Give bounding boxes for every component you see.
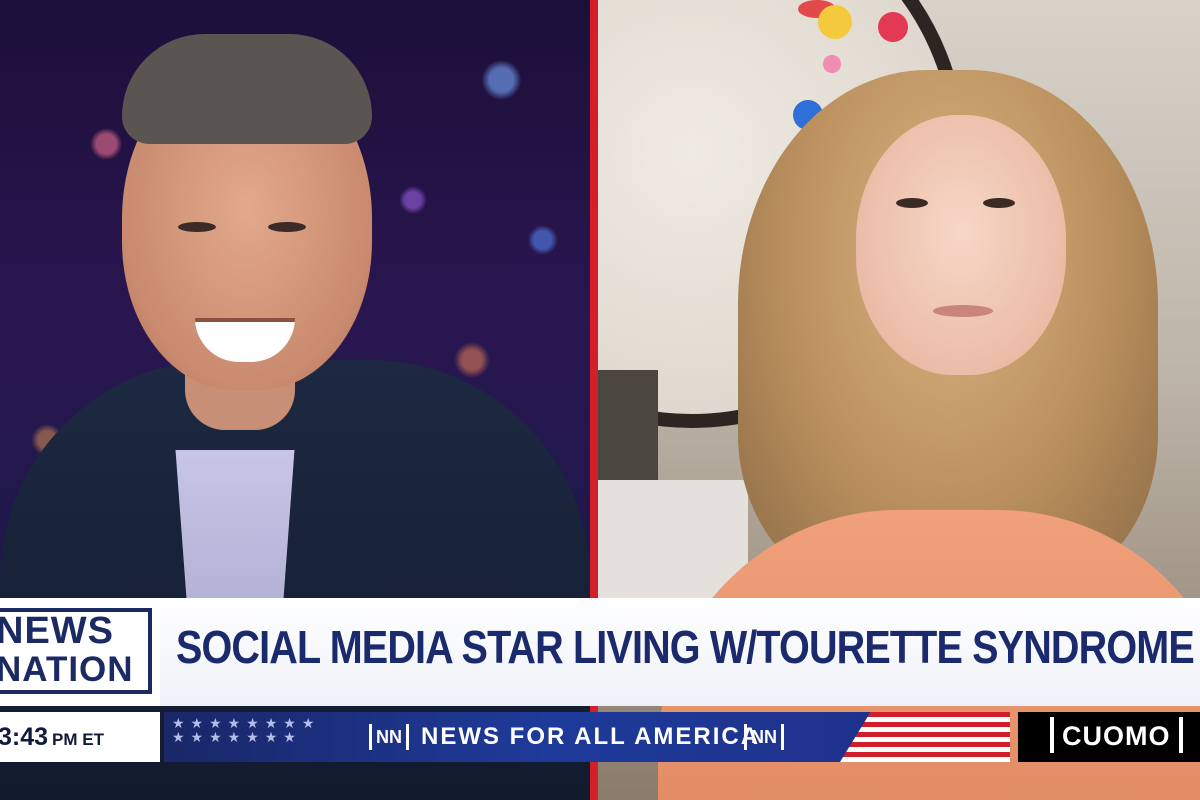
host-hair (122, 34, 372, 144)
guest-mouth (933, 305, 993, 317)
show-badge: CUOMO (1018, 712, 1200, 762)
lower-third: NEWS NATION SOCIAL MEDIA STAR LIVING W/T… (0, 598, 1200, 800)
wall-dot (818, 5, 852, 39)
wall-dot (823, 55, 841, 73)
host-left-eye (178, 222, 216, 232)
guest-right-eye (983, 198, 1015, 208)
network-logo: NEWS NATION (0, 598, 160, 706)
ticker-bar: ★★★★★★★★ ★★★★★★★ NN NEWS FOR ALL AMERICA … (164, 712, 1010, 762)
stars-pattern-icon: ★★★★★★★★ ★★★★★★★ (172, 715, 321, 745)
host-right-eye (268, 222, 306, 232)
flag-stripes-icon (840, 712, 1010, 762)
nn-logo-icon: NN (744, 724, 784, 750)
headline-text: SOCIAL MEDIA STAR LIVING W/TOURETTE SYND… (176, 621, 1195, 673)
nn-logo-icon: NN (369, 724, 409, 750)
show-name: CUOMO (1050, 717, 1183, 753)
clock-time: 3:43 (0, 723, 49, 751)
guest-face (856, 115, 1066, 375)
clock: 3:43 PM ET (0, 723, 104, 752)
logo-line-nation: NATION (0, 650, 134, 689)
guest-left-eye (896, 198, 928, 208)
clock-box: 3:43 PM ET (0, 712, 160, 762)
refrigerator (598, 370, 658, 490)
logo-line-news: NEWS (0, 610, 114, 652)
ticker-text: NEWS FOR ALL AMERICA (421, 723, 761, 750)
headline-bar: SOCIAL MEDIA STAR LIVING W/TOURETTE SYND… (160, 598, 1200, 706)
clock-suffix: PM ET (52, 730, 104, 749)
wall-dot (878, 12, 908, 42)
